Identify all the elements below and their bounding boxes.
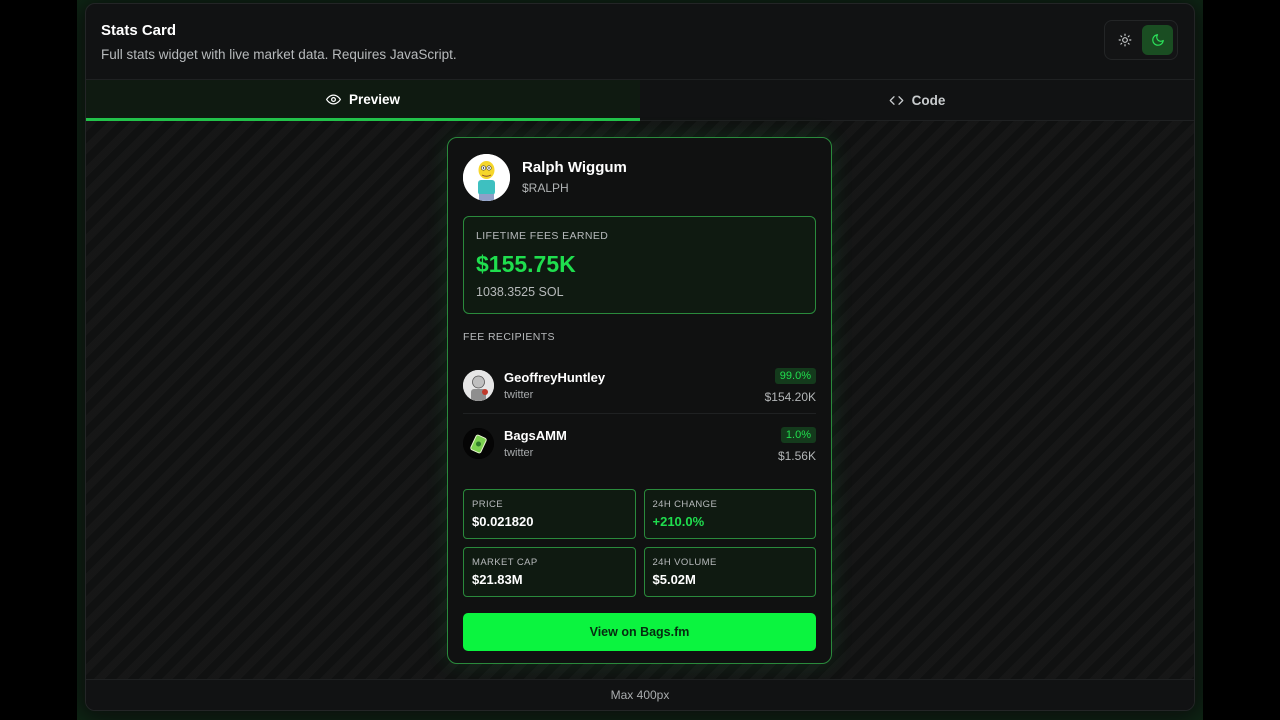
tab-preview[interactable]: Preview: [86, 80, 640, 121]
token-profile: Ralph Wiggum $RALPH: [463, 153, 816, 201]
light-theme-button[interactable]: [1109, 25, 1140, 55]
stats-card: Ralph Wiggum $RALPH LIFETIME FEES EARNED…: [447, 137, 832, 664]
market-cap-value: $21.83M: [472, 572, 523, 587]
component-panel: Stats Card Full stats widget with live m…: [85, 3, 1195, 711]
market-cap-label: MARKET CAP: [472, 557, 538, 568]
ralph-avatar-icon: [463, 153, 510, 201]
recipient-source: twitter: [504, 388, 534, 401]
preview-stage: Ralph Wiggum $RALPH LIFETIME FEES EARNED…: [86, 121, 1194, 681]
fee-recipients-list: GeoffreyHuntley twitter 99.0% $154.20K B…: [463, 355, 816, 471]
change-24h-stat: 24H CHANGE +210.0%: [643, 489, 816, 539]
recipient-amount: $154.20K: [764, 390, 816, 404]
change-24h-value: +210.0%: [652, 514, 705, 529]
price-label: PRICE: [472, 499, 504, 510]
recipient-info: GeoffreyHuntley twitter: [504, 370, 765, 401]
recipient-percent-badge: 99.0%: [774, 368, 816, 384]
token-avatar: [463, 153, 510, 201]
dark-theme-button[interactable]: [1142, 25, 1173, 55]
page-subtitle: Full stats widget with live market data.…: [101, 47, 457, 62]
recipient-share: 1.0% $1.56K: [778, 425, 816, 463]
token-identity: Ralph Wiggum $RALPH: [522, 159, 627, 195]
price-stat: PRICE $0.021820: [463, 489, 636, 539]
market-cap-stat: MARKET CAP $21.83M: [463, 547, 636, 597]
price-value: $0.021820: [472, 514, 534, 529]
money-bag-icon: [463, 428, 494, 459]
recipient-amount: $1.56K: [777, 448, 816, 463]
recipient-name: GeoffreyHuntley: [504, 369, 606, 385]
lifetime-fees-label: LIFETIME FEES EARNED: [476, 230, 609, 242]
lifetime-fees-sol: 1038.3525 SOL: [476, 285, 564, 299]
recipient-row[interactable]: GeoffreyHuntley twitter 99.0% $154.20K: [463, 355, 816, 413]
theme-toggle: [1104, 20, 1178, 60]
moon-icon: [1151, 34, 1164, 46]
market-stats-grid: PRICE $0.021820 24H CHANGE +210.0% MARKE…: [463, 489, 816, 597]
tab-preview-label: Preview: [348, 91, 401, 107]
volume-24h-label: 24H VOLUME: [652, 557, 717, 568]
recipient-share: 99.0% $154.20K: [765, 366, 816, 404]
change-24h-label: 24H CHANGE: [652, 499, 718, 510]
recipient-avatar: [463, 369, 494, 401]
page-title: Stats Card: [101, 22, 177, 39]
recipient-name: BagsAMM: [504, 428, 567, 443]
token-name: Ralph Wiggum: [522, 159, 627, 176]
recipient-avatar: [463, 428, 494, 459]
lifetime-fees-box: LIFETIME FEES EARNED $155.75K 1038.3525 …: [463, 216, 816, 314]
view-on-bags-button[interactable]: View on Bags.fm: [463, 613, 816, 651]
max-width-label: Max 400px: [610, 688, 670, 702]
recipient-percent-badge: 1.0%: [780, 426, 816, 443]
tab-code[interactable]: Code: [640, 80, 1194, 121]
recipient-source: twitter: [504, 447, 534, 459]
geoffrey-avatar-icon: [463, 369, 494, 401]
recipient-row[interactable]: BagsAMM twitter 1.0% $1.56K: [463, 413, 816, 471]
tab-bar: Preview Code: [86, 80, 1194, 121]
volume-24h-stat: 24H VOLUME $5.02M: [643, 547, 816, 597]
tab-code-label: Code: [911, 92, 946, 108]
token-ticker: $RALPH: [522, 181, 569, 195]
panel-header: Stats Card Full stats widget with live m…: [86, 4, 1194, 80]
panel-footer: Max 400px: [86, 679, 1194, 710]
code-icon: [889, 95, 903, 105]
volume-24h-value: $5.02M: [652, 572, 696, 587]
lifetime-fees-value: $155.75K: [476, 251, 576, 277]
sun-icon: [1118, 33, 1131, 47]
fee-recipients-label: FEE RECIPIENTS: [463, 331, 555, 343]
recipient-info: BagsAMM twitter: [504, 428, 778, 459]
eye-icon: [325, 94, 341, 104]
